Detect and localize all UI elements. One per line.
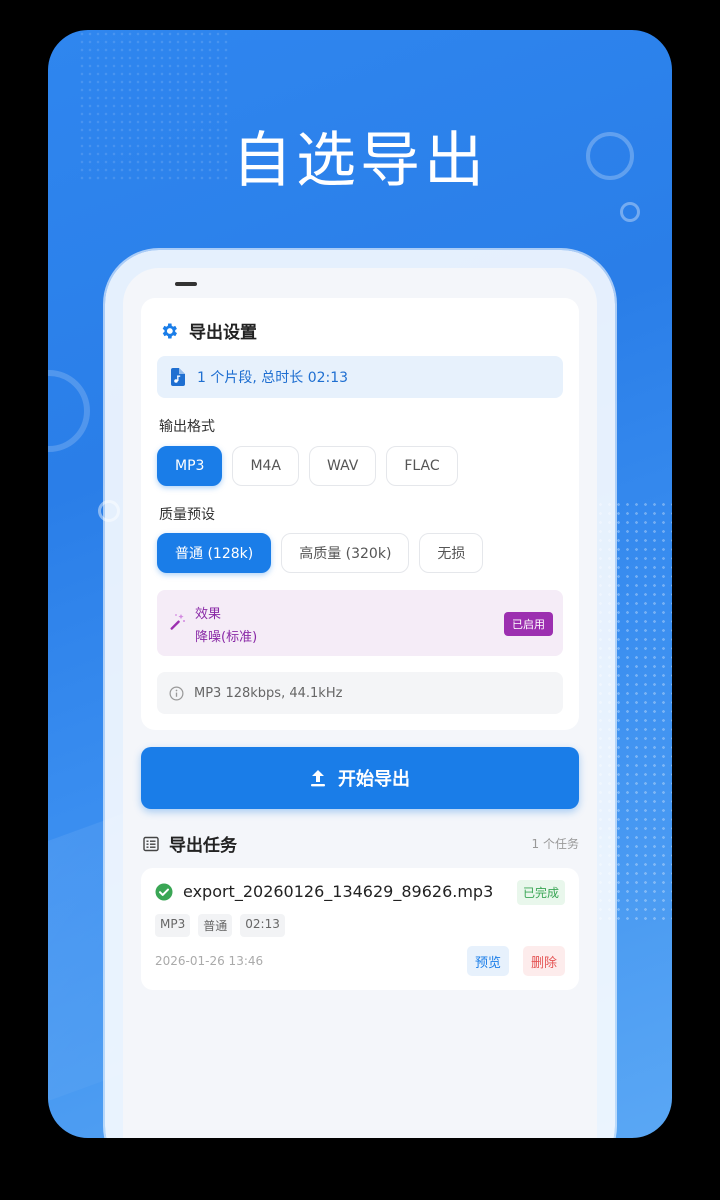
task-tag-duration: 02:13	[240, 914, 285, 937]
preview-button[interactable]: 预览	[466, 946, 509, 976]
delete-button[interactable]: 删除	[522, 946, 565, 976]
quality-chip-lossless[interactable]: 无损	[419, 533, 484, 573]
task-tag-quality: 普通	[198, 914, 233, 937]
task-tags: MP3 普通 02:13	[155, 914, 293, 937]
format-chip-flac[interactable]: FLAC	[386, 446, 458, 486]
settings-header: 导出设置	[159, 318, 257, 343]
task-tag-format: MP3	[155, 914, 191, 937]
phone-frame: 导出设置 1 个片段, 总时长 02:13 输出格式 MP3 M4A WAV F…	[105, 250, 615, 1138]
format-chip-m4a[interactable]: M4A	[232, 446, 300, 486]
decorative-ring-small	[620, 202, 640, 222]
start-export-button[interactable]: 开始导出	[141, 747, 579, 809]
magic-wand-icon	[170, 614, 185, 630]
effect-title: 效果	[195, 607, 222, 622]
decorative-ring-left	[48, 370, 90, 452]
quality-chip-group: 普通 (128k) 高质量 (320k) 无损	[157, 533, 493, 573]
tasks-header: 导出任务 1 个任务	[143, 831, 579, 856]
task-filename: export_20260126_134629_89626.mp3	[183, 882, 494, 901]
hero-title: 自选导出	[232, 126, 488, 196]
upload-icon	[311, 770, 325, 787]
settings-title: 导出设置	[189, 323, 257, 343]
info-icon	[169, 686, 184, 700]
status-bar-indicator	[175, 282, 197, 286]
quality-label: 质量预设	[159, 507, 215, 523]
task-item: export_20260126_134629_89626.mp3 已完成 MP3…	[141, 868, 579, 990]
quality-chip-normal[interactable]: 普通 (128k)	[157, 533, 272, 573]
effect-value: 降噪(标准)	[195, 630, 258, 645]
task-timestamp: 2026-01-26 13:46	[155, 954, 264, 968]
tasks-title: 导出任务	[169, 836, 237, 856]
effect-row[interactable]: 效果 降噪(标准) 已启用	[157, 590, 563, 656]
format-summary: MP3 128kbps, 44.1kHz	[157, 672, 563, 714]
clip-info-text: 1 个片段, 总时长 02:13	[197, 370, 349, 386]
audio-file-icon	[171, 368, 185, 386]
format-chip-group: MP3 M4A WAV FLAC	[157, 446, 468, 486]
list-icon	[143, 836, 159, 851]
tasks-count: 1 个任务	[531, 837, 579, 851]
promo-card: 自选导出 导出设置 1 个片段, 总时长 02:13 输出格式 MP3 M4A …	[48, 30, 672, 1138]
task-status-badge: 已完成	[516, 880, 565, 905]
gear-icon	[162, 323, 177, 338]
format-chip-mp3[interactable]: MP3	[157, 446, 223, 486]
check-circle-icon	[155, 883, 173, 901]
format-chip-wav[interactable]: WAV	[309, 446, 377, 486]
effect-enabled-badge: 已启用	[504, 612, 553, 636]
format-label: 输出格式	[159, 419, 215, 435]
clip-info-bar: 1 个片段, 总时长 02:13	[157, 356, 563, 398]
format-summary-text: MP3 128kbps, 44.1kHz	[194, 685, 343, 701]
start-export-label: 开始导出	[338, 769, 410, 790]
export-settings-panel: 导出设置 1 个片段, 总时长 02:13 输出格式 MP3 M4A WAV F…	[141, 298, 579, 730]
quality-chip-high[interactable]: 高质量 (320k)	[281, 533, 410, 573]
app-screen: 导出设置 1 个片段, 总时长 02:13 输出格式 MP3 M4A WAV F…	[123, 268, 597, 1138]
